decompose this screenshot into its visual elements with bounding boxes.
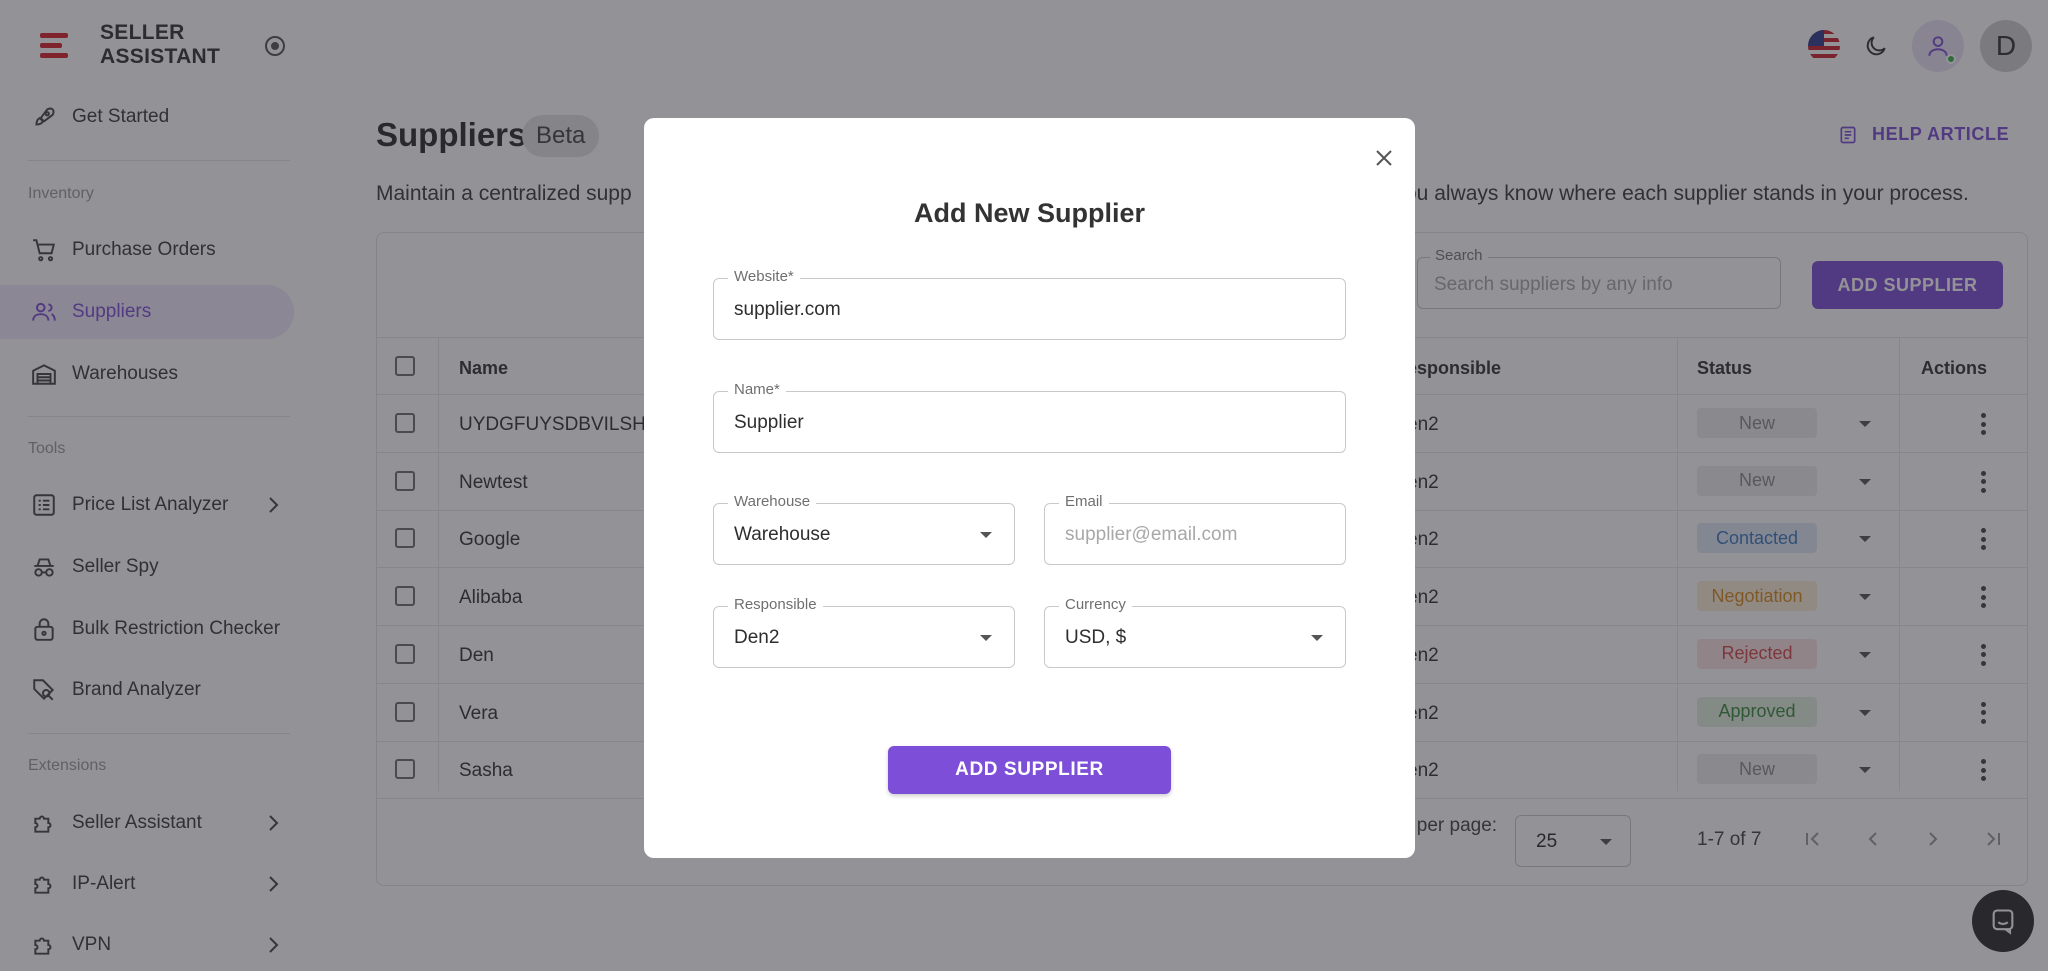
email-field[interactable]: Email supplier@email.com xyxy=(1044,493,1346,565)
warehouse-value: Warehouse xyxy=(734,524,831,545)
dialog-title: Add New Supplier xyxy=(913,198,1146,228)
chevron-down-icon xyxy=(980,635,992,641)
responsible-value: Den2 xyxy=(734,627,780,648)
website-label: Website* xyxy=(728,268,800,285)
currency-label: Currency xyxy=(1059,596,1132,613)
chevron-down-icon xyxy=(1311,635,1323,641)
email-label: Email xyxy=(1059,493,1109,510)
currency-value: USD, $ xyxy=(1065,627,1127,648)
email-placeholder: supplier@email.com xyxy=(1065,524,1238,545)
currency-select[interactable]: Currency USD, $ xyxy=(1044,596,1346,668)
close-icon[interactable] xyxy=(1368,142,1400,174)
responsible-select[interactable]: Responsible Den2 xyxy=(713,596,1015,668)
name-field[interactable]: Name* Supplier xyxy=(713,381,1346,453)
responsible-label: Responsible xyxy=(728,596,823,613)
add-supplier-dialog: Add New Supplier Website* supplier.com N… xyxy=(644,118,1415,858)
warehouse-select[interactable]: Warehouse Warehouse xyxy=(713,493,1015,565)
warehouse-label: Warehouse xyxy=(728,493,817,510)
submit-add-supplier-button[interactable]: ADD SUPPLIER xyxy=(888,746,1171,794)
website-field[interactable]: Website* supplier.com xyxy=(713,268,1346,340)
website-value: supplier.com xyxy=(734,299,841,320)
name-label: Name* xyxy=(728,381,786,398)
name-value: Supplier xyxy=(734,412,804,433)
chevron-down-icon xyxy=(980,532,992,538)
